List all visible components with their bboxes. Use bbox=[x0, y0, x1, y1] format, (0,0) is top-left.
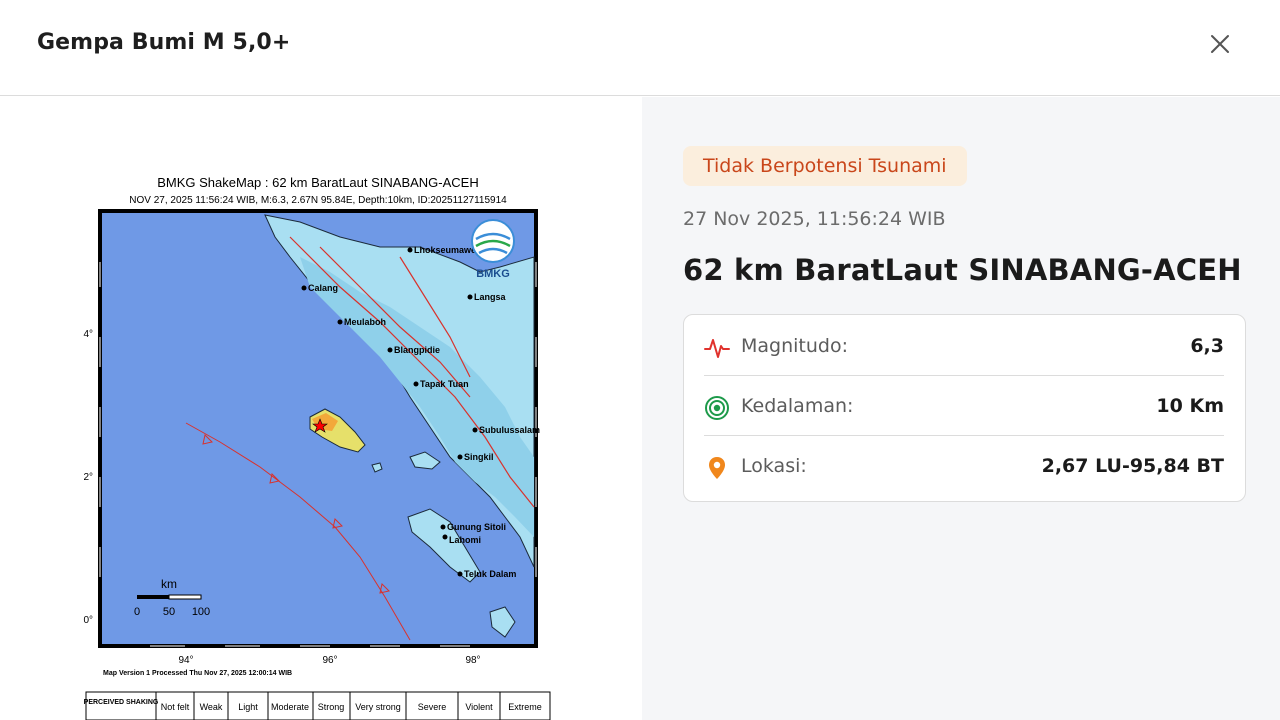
svg-text:50: 50 bbox=[163, 606, 175, 618]
close-icon bbox=[1211, 35, 1229, 53]
svg-text:Severe: Severe bbox=[418, 702, 447, 712]
info-card: Magnitudo: 6,3 Kedalaman: 10 Km Lokasi: … bbox=[683, 314, 1246, 502]
magnitude-label: Magnitudo: bbox=[741, 335, 848, 357]
svg-text:Moderate: Moderate bbox=[271, 702, 309, 712]
svg-text:Calang: Calang bbox=[308, 283, 338, 293]
svg-text:0: 0 bbox=[134, 606, 140, 618]
earthquake-modal: Gempa Bumi M 5,0+ BMKG ShakeMap : 62 km … bbox=[0, 0, 1280, 720]
location-label: Lokasi: bbox=[741, 455, 807, 477]
info-row-depth: Kedalaman: 10 Km bbox=[704, 375, 1224, 435]
close-button[interactable] bbox=[1204, 28, 1236, 60]
shakemap-image: BMKG ShakeMap : 62 km BaratLaut SINABANG… bbox=[83, 175, 551, 720]
tsunami-status-badge: Tidak Berpotensi Tsunami bbox=[683, 146, 967, 186]
shakemap-footer: Map Version 1 Processed Thu Nov 27, 2025… bbox=[103, 670, 292, 677]
svg-text:0°: 0° bbox=[83, 615, 93, 626]
svg-text:98°: 98° bbox=[465, 655, 480, 666]
svg-text:Very strong: Very strong bbox=[355, 702, 401, 712]
shakemap-subtitle: NOV 27, 2025 11:56:24 WIB, M:6.3, 2.67N … bbox=[129, 195, 507, 206]
svg-text:Lhokseumawe: Lhokseumawe bbox=[414, 245, 476, 255]
map-pin-icon bbox=[709, 457, 725, 479]
svg-text:Blangpidie: Blangpidie bbox=[394, 345, 440, 355]
legend-header: PERCEIVED SHAKING bbox=[84, 699, 159, 706]
depth-label: Kedalaman: bbox=[741, 395, 854, 417]
intensity-legend: PERCEIVED SHAKING Not felt Weak Light Mo… bbox=[84, 691, 551, 720]
modal-header: Gempa Bumi M 5,0+ bbox=[0, 0, 1280, 96]
svg-text:Singkil: Singkil bbox=[464, 452, 494, 462]
bmkg-logo: BMKG bbox=[471, 219, 515, 280]
activity-icon bbox=[704, 339, 730, 358]
target-icon bbox=[705, 396, 729, 420]
svg-text:Langsa: Langsa bbox=[474, 292, 507, 302]
shakemap-panel: BMKG ShakeMap : 62 km BaratLaut SINABANG… bbox=[0, 97, 642, 720]
svg-text:2°: 2° bbox=[83, 472, 93, 483]
svg-text:Tapak Tuan: Tapak Tuan bbox=[420, 379, 469, 389]
svg-text:Gunung Sitoli: Gunung Sitoli bbox=[447, 522, 506, 532]
svg-text:Lahomi: Lahomi bbox=[449, 535, 481, 545]
svg-text:Violent: Violent bbox=[465, 702, 493, 712]
svg-text:Not felt: Not felt bbox=[161, 702, 190, 712]
event-datetime: 27 Nov 2025, 11:56:24 WIB bbox=[683, 208, 946, 230]
svg-text:Strong: Strong bbox=[318, 702, 345, 712]
svg-text:Teluk Dalam: Teluk Dalam bbox=[464, 569, 516, 579]
event-location-title: 62 km BaratLaut SINABANG-ACEH bbox=[683, 253, 1242, 287]
svg-text:Extreme: Extreme bbox=[508, 702, 542, 712]
svg-text:4°: 4° bbox=[83, 329, 93, 340]
shakemap-title: BMKG ShakeMap : 62 km BaratLaut SINABANG… bbox=[157, 175, 479, 190]
info-row-location: Lokasi: 2,67 LU-95,84 BT bbox=[704, 435, 1224, 495]
svg-text:km: km bbox=[161, 577, 177, 591]
svg-text:100: 100 bbox=[192, 606, 210, 618]
svg-text:94°: 94° bbox=[178, 655, 193, 666]
svg-text:BMKG: BMKG bbox=[476, 268, 510, 280]
svg-text:96°: 96° bbox=[322, 655, 337, 666]
svg-text:Light: Light bbox=[238, 702, 258, 712]
depth-value: 10 Km bbox=[1156, 395, 1224, 417]
location-value: 2,67 LU-95,84 BT bbox=[1041, 455, 1224, 477]
svg-text:Subulussalam: Subulussalam bbox=[479, 425, 540, 435]
svg-text:Meulaboh: Meulaboh bbox=[344, 317, 386, 327]
svg-text:Weak: Weak bbox=[200, 702, 223, 712]
info-row-magnitude: Magnitudo: 6,3 bbox=[704, 315, 1224, 375]
modal-title: Gempa Bumi M 5,0+ bbox=[37, 30, 291, 55]
details-panel: Tidak Berpotensi Tsunami 27 Nov 2025, 11… bbox=[642, 97, 1280, 720]
magnitude-value: 6,3 bbox=[1190, 335, 1224, 357]
